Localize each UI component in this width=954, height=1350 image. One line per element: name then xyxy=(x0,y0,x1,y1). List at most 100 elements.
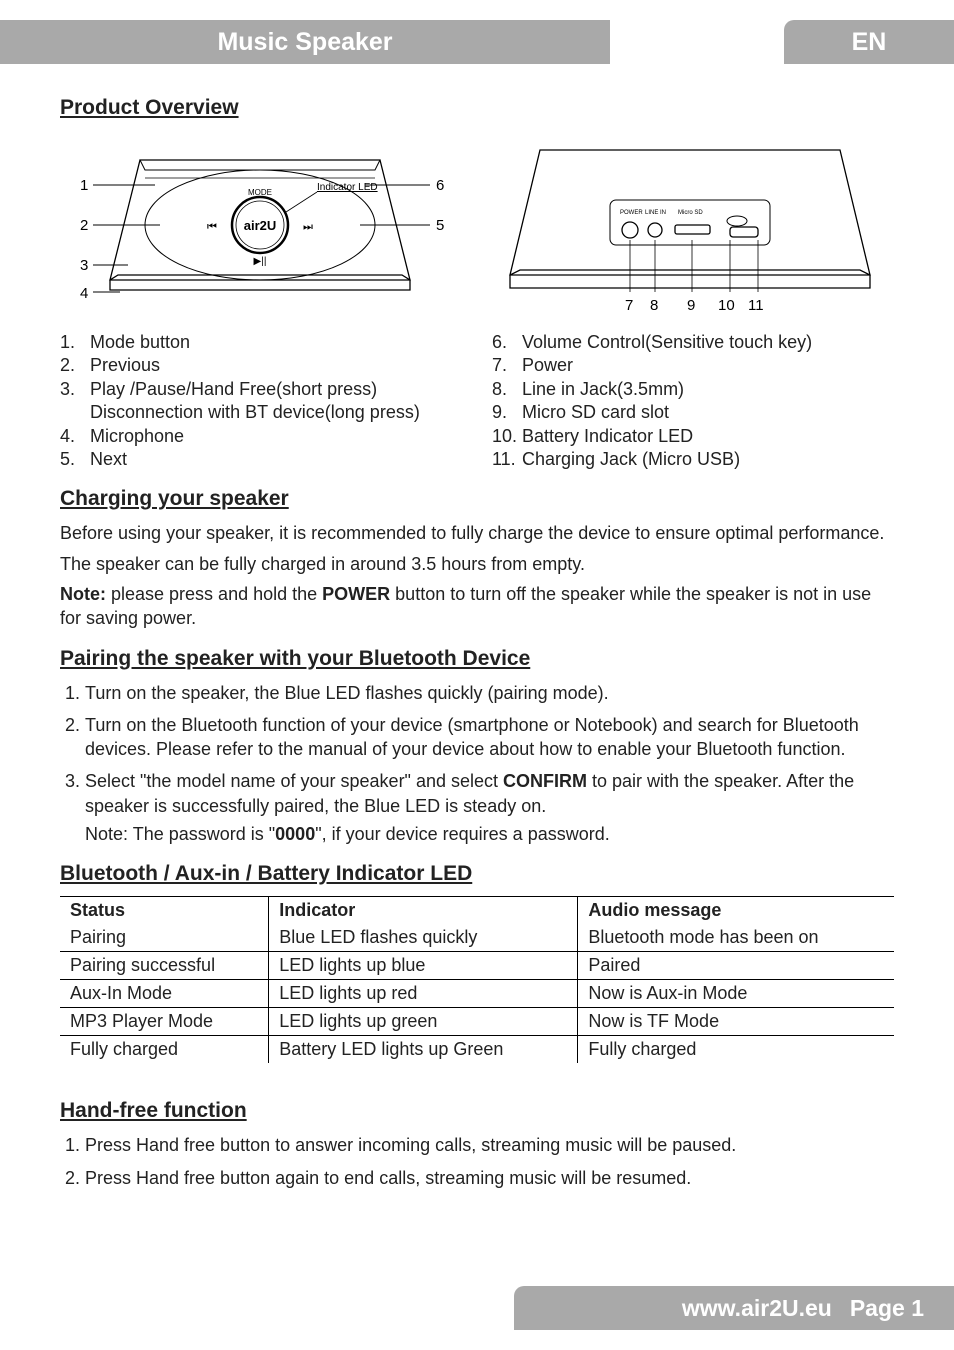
charging-p3: Note: please press and hold the POWER bu… xyxy=(60,582,894,631)
parts-text: Charging Jack (Micro USB) xyxy=(522,448,740,471)
led-table: Status Indicator Audio message PairingBl… xyxy=(60,896,894,1063)
next-icon: ⏭ xyxy=(303,221,313,233)
header-lang-badge: EN xyxy=(784,20,954,64)
page-header: Music Speaker EN xyxy=(0,20,954,64)
callout-5: 5 xyxy=(436,217,444,234)
parts-row: 3.Play /Pause/Hand Free(short press) xyxy=(60,378,462,401)
heading-charging: Charging your speaker xyxy=(60,487,894,511)
header-title: Music Speaker xyxy=(0,28,610,57)
play-pause-icon: ▶|| xyxy=(254,256,267,267)
parts-col-right: 6.Volume Control(Sensitive touch key)7.P… xyxy=(492,331,894,471)
parts-text: Line in Jack(3.5mm) xyxy=(522,378,684,401)
power-bold: POWER xyxy=(322,584,390,604)
parts-number: 7. xyxy=(492,354,522,377)
parts-number: 2. xyxy=(60,354,90,377)
parts-text: Volume Control(Sensitive touch key) xyxy=(522,331,812,354)
parts-number: 10. xyxy=(492,425,522,448)
pairing-item-3: Select "the model name of your speaker" … xyxy=(85,769,894,846)
handfree-item-1: Press Hand free button to answer incomin… xyxy=(85,1133,894,1157)
callout-2: 2 xyxy=(80,217,88,234)
pairing-note-post: ", if your device requires a password. xyxy=(315,824,610,844)
parts-text: Next xyxy=(90,448,127,471)
pairing-list: Turn on the speaker, the Blue LED flashe… xyxy=(60,681,894,847)
parts-text: Play /Pause/Hand Free(short press) xyxy=(90,378,377,401)
table-cell: LED lights up blue xyxy=(269,952,578,980)
parts-row: 2.Previous xyxy=(60,354,462,377)
footer-page: Page 1 xyxy=(850,1295,924,1322)
callout-8: 8 xyxy=(650,297,658,314)
table-row: PairingBlue LED flashes quicklyBluetooth… xyxy=(60,924,894,952)
diagram-front: air2U MODE Indicator LED ⏮ ⏭ ▶|| xyxy=(60,130,460,325)
parts-number: 11. xyxy=(492,448,522,471)
table-row: Aux-In ModeLED lights up redNow is Aux-i… xyxy=(60,980,894,1008)
linein-label: LINE IN xyxy=(645,210,666,216)
parts-row: 1.Mode button xyxy=(60,331,462,354)
parts-text: Disconnection with BT device(long press) xyxy=(90,401,420,424)
prev-icon: ⏮ xyxy=(207,221,217,233)
page: Music Speaker EN Product Overview xyxy=(0,0,954,1350)
microsd-label: Micro SD xyxy=(678,210,703,216)
heading-overview: Product Overview xyxy=(60,96,894,120)
parts-row: Disconnection with BT device(long press) xyxy=(60,401,462,424)
parts-number: 5. xyxy=(60,448,90,471)
table-cell: Blue LED flashes quickly xyxy=(269,924,578,952)
callout-1: 1 xyxy=(80,177,88,194)
parts-number: 8. xyxy=(492,378,522,401)
parts-text: Previous xyxy=(90,354,160,377)
parts-col-left: 1.Mode button2.Previous3.Play /Pause/Han… xyxy=(60,331,462,471)
parts-number: 1. xyxy=(60,331,90,354)
brand-label: air2U xyxy=(244,218,277,233)
content: Product Overview air2U xyxy=(60,80,894,1198)
table-row: Fully chargedBattery LED lights up Green… xyxy=(60,1036,894,1064)
parts-columns: 1.Mode button2.Previous3.Play /Pause/Han… xyxy=(60,331,894,471)
charging-p2: The speaker can be fully charged in arou… xyxy=(60,552,894,576)
led-th-status: Status xyxy=(60,897,269,925)
led-th-audio: Audio message xyxy=(578,897,894,925)
table-cell: Pairing xyxy=(60,924,269,952)
table-cell: Aux-In Mode xyxy=(60,980,269,1008)
password-bold: 0000 xyxy=(275,824,315,844)
power-label: POWER xyxy=(620,210,643,216)
callout-10: 10 xyxy=(718,297,735,314)
table-cell: LED lights up green xyxy=(269,1008,578,1036)
page-footer: www.air2U.eu Page 1 xyxy=(514,1286,954,1330)
diagram-rear: POWER LINE IN Micro SD 7 8 9 10 11 xyxy=(490,130,890,325)
callout-4: 4 xyxy=(80,285,88,302)
handfree-item-2: Press Hand free button again to end call… xyxy=(85,1166,894,1190)
confirm-bold: CONFIRM xyxy=(503,771,587,791)
table-cell: Paired xyxy=(578,952,894,980)
table-cell: Pairing successful xyxy=(60,952,269,980)
diagram-front-svg: air2U MODE Indicator LED ⏮ ⏭ ▶|| xyxy=(60,130,460,320)
pairing-item3-pre: Select "the model name of your speaker" … xyxy=(85,771,503,791)
led-th-indicator: Indicator xyxy=(269,897,578,925)
charging-p3-mid: please press and hold the xyxy=(106,584,322,604)
table-row: Pairing successfulLED lights up bluePair… xyxy=(60,952,894,980)
parts-row: 11.Charging Jack (Micro USB) xyxy=(492,448,894,471)
diagram-row: air2U MODE Indicator LED ⏮ ⏭ ▶|| xyxy=(60,130,894,325)
parts-row: 8.Line in Jack(3.5mm) xyxy=(492,378,894,401)
mode-label: MODE xyxy=(248,188,272,197)
table-cell: Now is TF Mode xyxy=(578,1008,894,1036)
parts-row: 7.Power xyxy=(492,354,894,377)
parts-row: 6.Volume Control(Sensitive touch key) xyxy=(492,331,894,354)
note-label: Note: xyxy=(60,584,106,604)
pairing-note-pre: Note: The password is " xyxy=(85,824,275,844)
parts-number: 9. xyxy=(492,401,522,424)
parts-number: 4. xyxy=(60,425,90,448)
table-cell: Now is Aux-in Mode xyxy=(578,980,894,1008)
indicator-led-label: Indicator LED xyxy=(317,182,378,193)
parts-row: 10.Battery Indicator LED xyxy=(492,425,894,448)
header-left-bar: Music Speaker xyxy=(0,20,610,64)
table-cell: Battery LED lights up Green xyxy=(269,1036,578,1064)
callout-11: 11 xyxy=(748,297,764,314)
footer-site: www.air2U.eu xyxy=(682,1295,832,1322)
callout-3: 3 xyxy=(80,257,88,274)
table-row: MP3 Player ModeLED lights up greenNow is… xyxy=(60,1008,894,1036)
parts-text: Microphone xyxy=(90,425,184,448)
pairing-item-2: Turn on the Bluetooth function of your d… xyxy=(85,713,894,762)
heading-handfree: Hand-free function xyxy=(60,1099,894,1123)
diagram-rear-svg: POWER LINE IN Micro SD 7 8 9 10 11 xyxy=(490,130,890,320)
callout-9: 9 xyxy=(687,297,695,314)
parts-text: Power xyxy=(522,354,573,377)
parts-text: Mode button xyxy=(90,331,190,354)
